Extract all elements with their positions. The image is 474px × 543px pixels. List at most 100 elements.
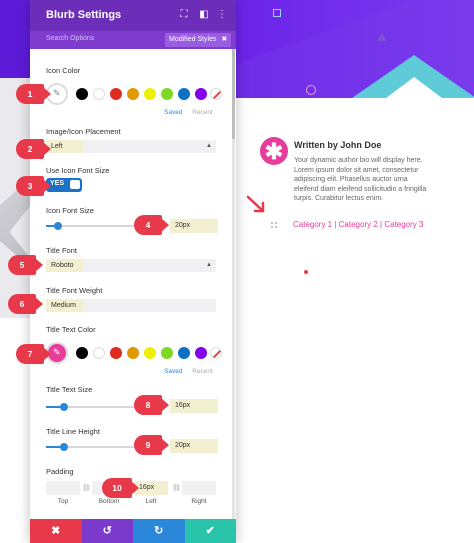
author-icon[interactable]: ✱ <box>260 137 288 165</box>
select-caret-icon: ▲ <box>206 143 212 149</box>
step-marker-6: 6 <box>8 294 43 314</box>
color-swatch-white[interactable] <box>93 347 105 359</box>
color-swatch-orange[interactable] <box>127 347 139 359</box>
use-icon-font-size-toggle[interactable]: YES <box>46 178 82 192</box>
placement-select[interactable]: Left ▲ <box>46 140 216 153</box>
padding-bottom-label: Bottom <box>98 498 120 505</box>
redo-button[interactable]: ↻ <box>133 519 185 543</box>
padding-left-input[interactable]: 16px <box>134 481 168 495</box>
modified-styles-filter[interactable]: Modified Styles ✖ <box>165 33 232 47</box>
author-title[interactable]: Written by John Doe <box>294 140 381 150</box>
eyedropper-icon: ✎ <box>53 88 61 98</box>
slider-knob[interactable] <box>60 403 68 411</box>
undo-button[interactable]: ↺ <box>81 519 133 543</box>
color-swatch-red[interactable] <box>110 347 122 359</box>
step-marker-2: 2 <box>16 139 51 159</box>
title-text-size-input[interactable]: 16px <box>170 399 218 413</box>
icon-color-palette: ✎ <box>46 83 222 105</box>
padding-left-label: Left <box>145 498 157 505</box>
title-line-height-input[interactable]: 20px <box>170 439 218 453</box>
padding-top-input[interactable] <box>46 481 80 495</box>
decor-dot <box>304 270 308 274</box>
color-swatch-yellow[interactable] <box>144 347 156 359</box>
step-marker-8: 8 <box>134 395 169 415</box>
panel-footer: ✖ ↺ ↻ ✔ <box>30 519 236 543</box>
icon-font-size-input[interactable]: 20px <box>170 219 218 233</box>
palette-tabs: Saved Recent <box>164 368 213 375</box>
title-font-weight-value: Medium <box>51 302 76 309</box>
step-marker-4: 4 <box>134 215 169 235</box>
decor-square <box>273 9 281 17</box>
placement-label: Image/Icon Placement <box>46 127 121 136</box>
author-categories[interactable]: Category 1 | Category 2 | Category 3 <box>293 220 433 230</box>
expand-icon[interactable]: ⛶ <box>178 9 190 21</box>
color-swatch-white[interactable] <box>93 88 105 100</box>
close-icon[interactable]: ✖ <box>221 36 227 43</box>
color-swatch-orange[interactable] <box>127 88 139 100</box>
slider-knob[interactable] <box>60 443 68 451</box>
step-marker-7: 7 <box>16 344 51 364</box>
author-bio: Your dynamic author bio will display her… <box>294 157 427 203</box>
step-marker-3: 3 <box>16 176 51 196</box>
toggle-state: YES <box>50 180 65 187</box>
panel-header: Blurb Settings ⛶ ◧ ⋮ <box>30 0 236 31</box>
saved-tab[interactable]: Saved <box>164 368 182 375</box>
scrollbar-thumb[interactable] <box>232 49 235 139</box>
color-swatch-none[interactable] <box>210 347 222 359</box>
color-swatch-yellow[interactable] <box>144 88 156 100</box>
color-swatch-purple[interactable] <box>195 88 207 100</box>
decor-mountain-inner <box>386 77 442 98</box>
title-font-weight-select[interactable]: Medium <box>46 299 216 312</box>
color-swatch-blue[interactable] <box>178 347 190 359</box>
title-font-label: Title Font <box>46 246 77 255</box>
search-bar[interactable]: Search Options Modified Styles ✖ <box>30 31 236 49</box>
recent-tab[interactable]: Recent <box>192 109 213 116</box>
settings-panel: Blurb Settings ⛶ ◧ ⋮ Search Options Modi… <box>30 0 236 543</box>
padding-right-input[interactable] <box>182 481 216 495</box>
color-swatch-black[interactable] <box>76 347 88 359</box>
pointer-arrow-icon <box>246 195 265 213</box>
title-text-color-label: Title Text Color <box>46 325 96 334</box>
discard-button[interactable]: ✖ <box>30 519 82 543</box>
step-marker-5: 5 <box>8 255 43 275</box>
placement-value: Left <box>51 143 63 150</box>
color-swatch-none[interactable] <box>210 88 222 100</box>
color-swatch-green[interactable] <box>161 88 173 100</box>
title-text-size-label: Title Text Size <box>46 385 93 394</box>
link-icon[interactable]: ⛓ <box>82 484 91 492</box>
slider-knob[interactable] <box>54 222 62 230</box>
modified-styles-label: Modified Styles <box>169 36 217 43</box>
title-font-value: Roboto <box>51 262 74 269</box>
recent-tab[interactable]: Recent <box>192 368 213 375</box>
color-swatch-green[interactable] <box>161 347 173 359</box>
icon-color-label: Icon Color <box>46 66 81 75</box>
panel-title: Blurb Settings <box>46 9 122 21</box>
drag-handle-icon[interactable] <box>270 221 278 229</box>
step-marker-9: 9 <box>134 435 169 455</box>
decor-circle <box>306 85 316 95</box>
title-line-height-label: Title Line Height <box>46 427 100 436</box>
step-marker-10: 10 <box>102 478 139 498</box>
color-swatch-red[interactable] <box>110 88 122 100</box>
title-color-palette: ✎ <box>46 342 222 364</box>
use-icon-font-size-label: Use Icon Font Size <box>46 166 110 175</box>
select-caret-icon: ▲ <box>206 262 212 268</box>
search-input[interactable]: Search Options <box>46 35 94 42</box>
more-options-icon[interactable]: ⋮ <box>216 9 228 21</box>
color-swatch-black[interactable] <box>76 88 88 100</box>
title-font-weight-label: Title Font Weight <box>46 286 103 295</box>
toggle-knob <box>70 180 80 189</box>
icon-font-size-label: Icon Font Size <box>46 206 94 215</box>
color-swatch-purple[interactable] <box>195 347 207 359</box>
save-button[interactable]: ✔ <box>184 519 236 543</box>
split-view-icon[interactable]: ◧ <box>198 9 210 21</box>
padding-right-label: Right <box>191 498 207 505</box>
decor-triangle <box>377 33 387 41</box>
title-font-select[interactable]: Roboto ▲ <box>46 259 216 272</box>
step-marker-1: 1 <box>16 84 51 104</box>
link-icon[interactable]: ⛓ <box>172 484 181 492</box>
padding-label: Padding <box>46 467 74 476</box>
saved-tab[interactable]: Saved <box>164 109 182 116</box>
palette-tabs: Saved Recent <box>164 109 213 116</box>
color-swatch-blue[interactable] <box>178 88 190 100</box>
